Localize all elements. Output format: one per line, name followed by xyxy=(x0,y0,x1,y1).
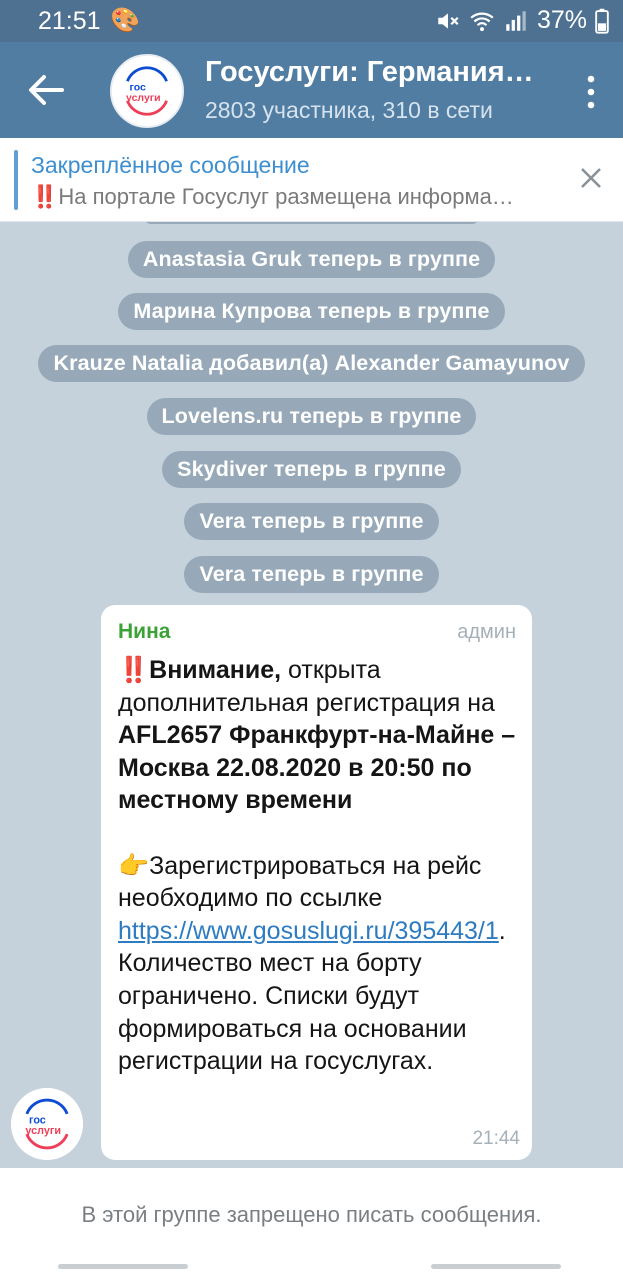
status-icons: 37% xyxy=(435,6,609,35)
status-time: 21:51 xyxy=(38,7,101,35)
status-bar: 21:51 🎨 37% xyxy=(0,0,623,42)
svg-text:услуги: услуги xyxy=(25,1125,61,1137)
close-icon[interactable] xyxy=(579,166,603,190)
message-time: 21:44 xyxy=(472,1128,520,1149)
message-bubble[interactable]: Нина админ ‼️Внимание, открыта дополните… xyxy=(101,605,532,1160)
admin-badge: админ xyxy=(457,621,516,643)
message-text: ‼️Внимание, открыта дополнительная регис… xyxy=(118,656,516,1076)
sender-name[interactable]: Нина xyxy=(118,620,170,644)
write-restricted-notice: В этой группе запрещено писать сообщения… xyxy=(81,1202,542,1227)
input-bar: В этой группе запрещено писать сообщения… xyxy=(0,1168,623,1280)
pinned-accent-bar xyxy=(14,150,18,210)
battery-icon xyxy=(595,8,609,34)
service-message: Krauze Natalia добавил(а) Alexander Gama… xyxy=(0,345,623,382)
service-message: Skydiver теперь в группе xyxy=(0,451,623,488)
pinned-text: ‼️На портале Госуслуг размещена информа… xyxy=(31,184,514,209)
palette-icon: 🎨 xyxy=(110,7,140,34)
svg-text:услуги: услуги xyxy=(126,92,161,104)
chat-header: гос услуги Госуслуги: Германия… 2803 уча… xyxy=(0,42,623,138)
service-message: Vera теперь в группе xyxy=(0,503,623,540)
gosuslugi-logo-icon: гос услуги xyxy=(11,1088,83,1160)
mute-icon xyxy=(438,12,459,29)
group-avatar[interactable]: гос услуги xyxy=(110,54,184,128)
wifi-icon xyxy=(470,12,494,31)
back-arrow-icon[interactable] xyxy=(24,70,68,110)
nav-bar-indicator xyxy=(58,1264,188,1269)
service-message: Lovelens.ru теперь в группе xyxy=(0,398,623,435)
service-message: Vera теперь в группе xyxy=(0,556,623,593)
pinned-title: Закреплённое сообщение xyxy=(31,152,310,178)
chat-title[interactable]: Госуслуги: Германия… xyxy=(205,56,535,89)
battery-level: 37% xyxy=(536,6,587,34)
chat-area[interactable]: Anastasia Gruk теперь в группе Марина Ку… xyxy=(0,222,623,1168)
sender-avatar[interactable]: гос услуги xyxy=(11,1088,83,1160)
service-message-partial xyxy=(0,222,623,229)
registration-link[interactable]: https://www.gosuslugi.ru/395443/1 xyxy=(118,917,499,945)
nav-bar-indicator xyxy=(431,1264,561,1269)
chat-subtitle: 2803 участника, 310 в сети xyxy=(205,97,493,123)
pinned-message[interactable]: Закреплённое сообщение ‼️На портале Госу… xyxy=(0,138,623,222)
service-message: Anastasia Gruk теперь в группе xyxy=(0,241,623,278)
double-exclamation-icon: ‼️ xyxy=(118,656,150,684)
service-message: Марина Купрова теперь в группе xyxy=(0,293,623,330)
gosuslugi-logo-icon: гос услуги xyxy=(112,56,182,126)
more-vert-icon[interactable] xyxy=(585,72,597,112)
signal-icon xyxy=(506,10,526,31)
pointing-hand-icon: 👉 xyxy=(118,851,150,880)
